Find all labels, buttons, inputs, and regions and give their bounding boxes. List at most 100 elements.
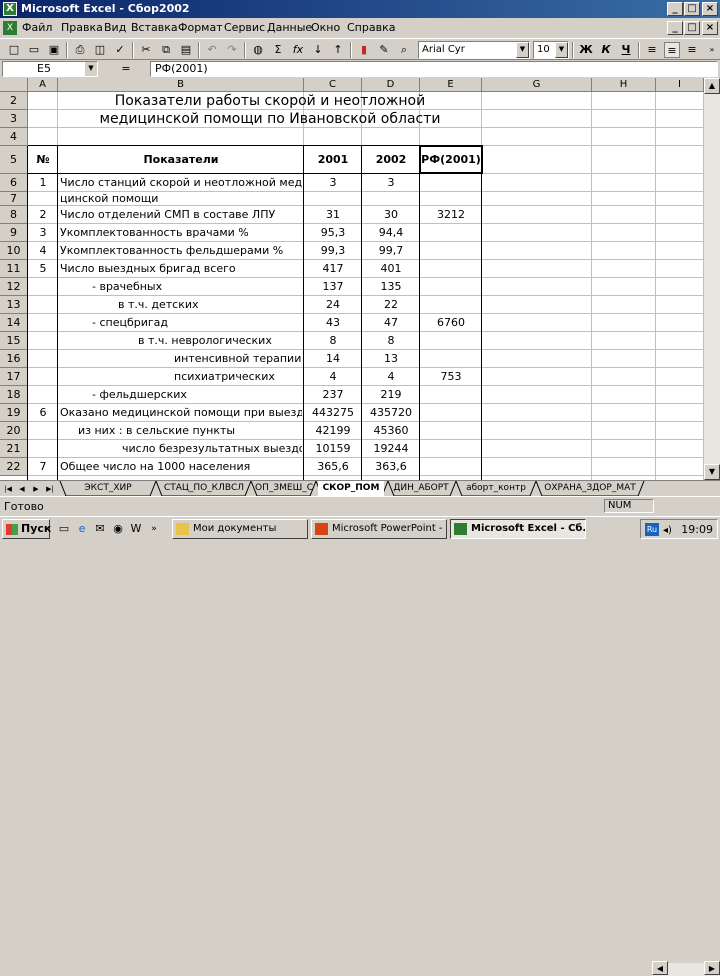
selected-cell[interactable]	[419, 145, 483, 174]
column-header-e[interactable]: E	[420, 78, 482, 92]
row-header[interactable]: 19	[0, 404, 28, 422]
sheet-tab[interactable]: ОХРАНА_ЗДОР_МАТ	[540, 481, 640, 496]
align-center-icon[interactable]: ≡	[664, 42, 680, 58]
select-all-corner[interactable]	[0, 78, 28, 92]
row-header[interactable]: 6	[0, 174, 28, 192]
cut-icon[interactable]: ✂	[138, 42, 154, 58]
row-header[interactable]: 3	[0, 110, 28, 128]
desktop-icon[interactable]: ▭	[56, 521, 72, 537]
row-header[interactable]: 20	[0, 422, 28, 440]
language-indicator[interactable]: Ru	[645, 523, 659, 536]
column-header-h[interactable]: H	[592, 78, 656, 92]
maximize-icon[interactable]: □	[684, 2, 700, 16]
redo-icon[interactable]: ↷	[224, 42, 240, 58]
menu-edit[interactable]: Правка	[61, 21, 103, 34]
scroll-down-icon[interactable]: ▼	[704, 464, 720, 480]
hyperlink-icon[interactable]: ◍	[250, 42, 266, 58]
vertical-scrollbar[interactable]: ▲ ▼	[704, 78, 720, 480]
row-header[interactable]: 10	[0, 242, 28, 260]
doc-restore-icon[interactable]: □	[684, 21, 700, 35]
autosum-icon[interactable]: Σ	[270, 42, 286, 58]
workbook-icon[interactable]: X	[3, 21, 17, 35]
menu-window[interactable]: Окно	[311, 21, 340, 34]
task-excel[interactable]: Microsoft Excel - Сб...	[450, 519, 586, 539]
start-button[interactable]: Пуск	[2, 519, 51, 539]
sheet-tab[interactable]: ЭКСТ_ХИР	[64, 481, 152, 496]
chevron-down-icon[interactable]: ▼	[85, 62, 97, 76]
sheet-tab-active[interactable]: СКОР_ПОМ	[318, 481, 384, 496]
scroll-up-icon[interactable]: ▲	[704, 78, 720, 94]
column-header-a[interactable]: A	[28, 78, 58, 92]
row-header[interactable]: 22	[0, 458, 28, 476]
scroll-right-icon[interactable]: ▶	[704, 961, 720, 975]
media-icon[interactable]: ◉	[110, 521, 126, 537]
italic-button[interactable]: К	[598, 42, 614, 58]
outlook-icon[interactable]: ✉	[92, 521, 108, 537]
chevron-down-icon[interactable]: ▼	[516, 42, 529, 58]
minimize-icon[interactable]: _	[667, 2, 683, 16]
menu-view[interactable]: Вид	[104, 21, 126, 34]
underline-button[interactable]: Ч	[618, 42, 634, 58]
save-icon[interactable]: ▣	[46, 42, 62, 58]
column-header-c[interactable]: C	[304, 78, 362, 92]
column-header-d[interactable]: D	[362, 78, 420, 92]
row-header[interactable]: 11	[0, 260, 28, 278]
align-right-icon[interactable]: ≡	[684, 42, 700, 58]
quicklaunch-more-icon[interactable]: »	[146, 521, 162, 537]
row-header[interactable]: 2	[0, 92, 28, 110]
row-header[interactable]: 15	[0, 332, 28, 350]
sheet-tab[interactable]: аборт_контр	[459, 481, 533, 496]
row-header[interactable]: 7	[0, 192, 28, 206]
sheet-tab[interactable]: ДИН_АБОРТ	[390, 481, 452, 496]
word-icon[interactable]: W	[128, 521, 144, 537]
row-header[interactable]: 13	[0, 296, 28, 314]
menu-format[interactable]: Формат	[178, 21, 223, 34]
row-header[interactable]: 8	[0, 206, 28, 224]
sort-asc-icon[interactable]: ↓	[310, 42, 326, 58]
horizontal-scrollbar[interactable]: ◀ ▶	[652, 961, 720, 976]
name-box[interactable]: E5 ▼	[2, 61, 98, 77]
new-icon[interactable]: □	[6, 42, 22, 58]
task-my-documents[interactable]: Мои документы	[172, 519, 308, 539]
task-powerpoint[interactable]: Microsoft PowerPoint - [...	[311, 519, 447, 539]
column-header-g[interactable]: G	[482, 78, 592, 92]
drawing-icon[interactable]: ✎	[376, 42, 392, 58]
row-header[interactable]: 12	[0, 278, 28, 296]
formula-input[interactable]: РФ(2001)	[150, 61, 718, 77]
function-icon[interactable]: fx	[290, 42, 306, 58]
column-header-b[interactable]: B	[58, 78, 304, 92]
sort-desc-icon[interactable]: ↑	[330, 42, 346, 58]
row-header[interactable]: 4	[0, 128, 28, 146]
align-left-icon[interactable]: ≡	[644, 42, 660, 58]
doc-close-icon[interactable]: ×	[702, 21, 718, 35]
ie-icon[interactable]: e	[74, 521, 90, 537]
row-header[interactable]: 21	[0, 440, 28, 458]
volume-icon[interactable]: ◂)	[663, 525, 672, 536]
menu-data[interactable]: Данные	[267, 21, 312, 34]
menu-tools[interactable]: Сервис	[224, 21, 265, 34]
paste-icon[interactable]: ▤	[178, 42, 194, 58]
doc-minimize-icon[interactable]: _	[667, 21, 683, 35]
font-name-select[interactable]: Arial Cyr ▼	[418, 41, 530, 59]
zoom-icon[interactable]: ⌕	[396, 42, 412, 58]
close-icon[interactable]: ×	[702, 2, 718, 16]
spreadsheet-grid[interactable]: A B C D E G H I 2 3 4 5 6 7 8 9 10 11 12 13 14 15 16 17…	[0, 78, 704, 480]
menu-help[interactable]: Справка	[347, 21, 395, 34]
row-header[interactable]: 9	[0, 224, 28, 242]
toolbar-more-icon[interactable]: »	[704, 42, 720, 58]
formula-equals[interactable]: =	[106, 62, 146, 76]
print-preview-icon[interactable]: ◫	[92, 42, 108, 58]
bold-button[interactable]: Ж	[578, 42, 594, 58]
column-header-i[interactable]: I	[656, 78, 704, 92]
menu-file[interactable]: Файл	[22, 21, 52, 34]
open-icon[interactable]: ▭	[26, 42, 42, 58]
sheet-tab[interactable]: ОП_ЗМЕШ_СТАЦ	[255, 481, 313, 496]
chart-wizard-icon[interactable]: ▮	[356, 42, 372, 58]
row-header[interactable]: 14	[0, 314, 28, 332]
chevron-down-icon[interactable]: ▼	[555, 42, 568, 58]
scroll-left-icon[interactable]: ◀	[652, 961, 668, 975]
row-header[interactable]: 18	[0, 386, 28, 404]
row-header[interactable]: 16	[0, 350, 28, 368]
undo-icon[interactable]: ↶	[204, 42, 220, 58]
menu-insert[interactable]: Вставка	[131, 21, 178, 34]
